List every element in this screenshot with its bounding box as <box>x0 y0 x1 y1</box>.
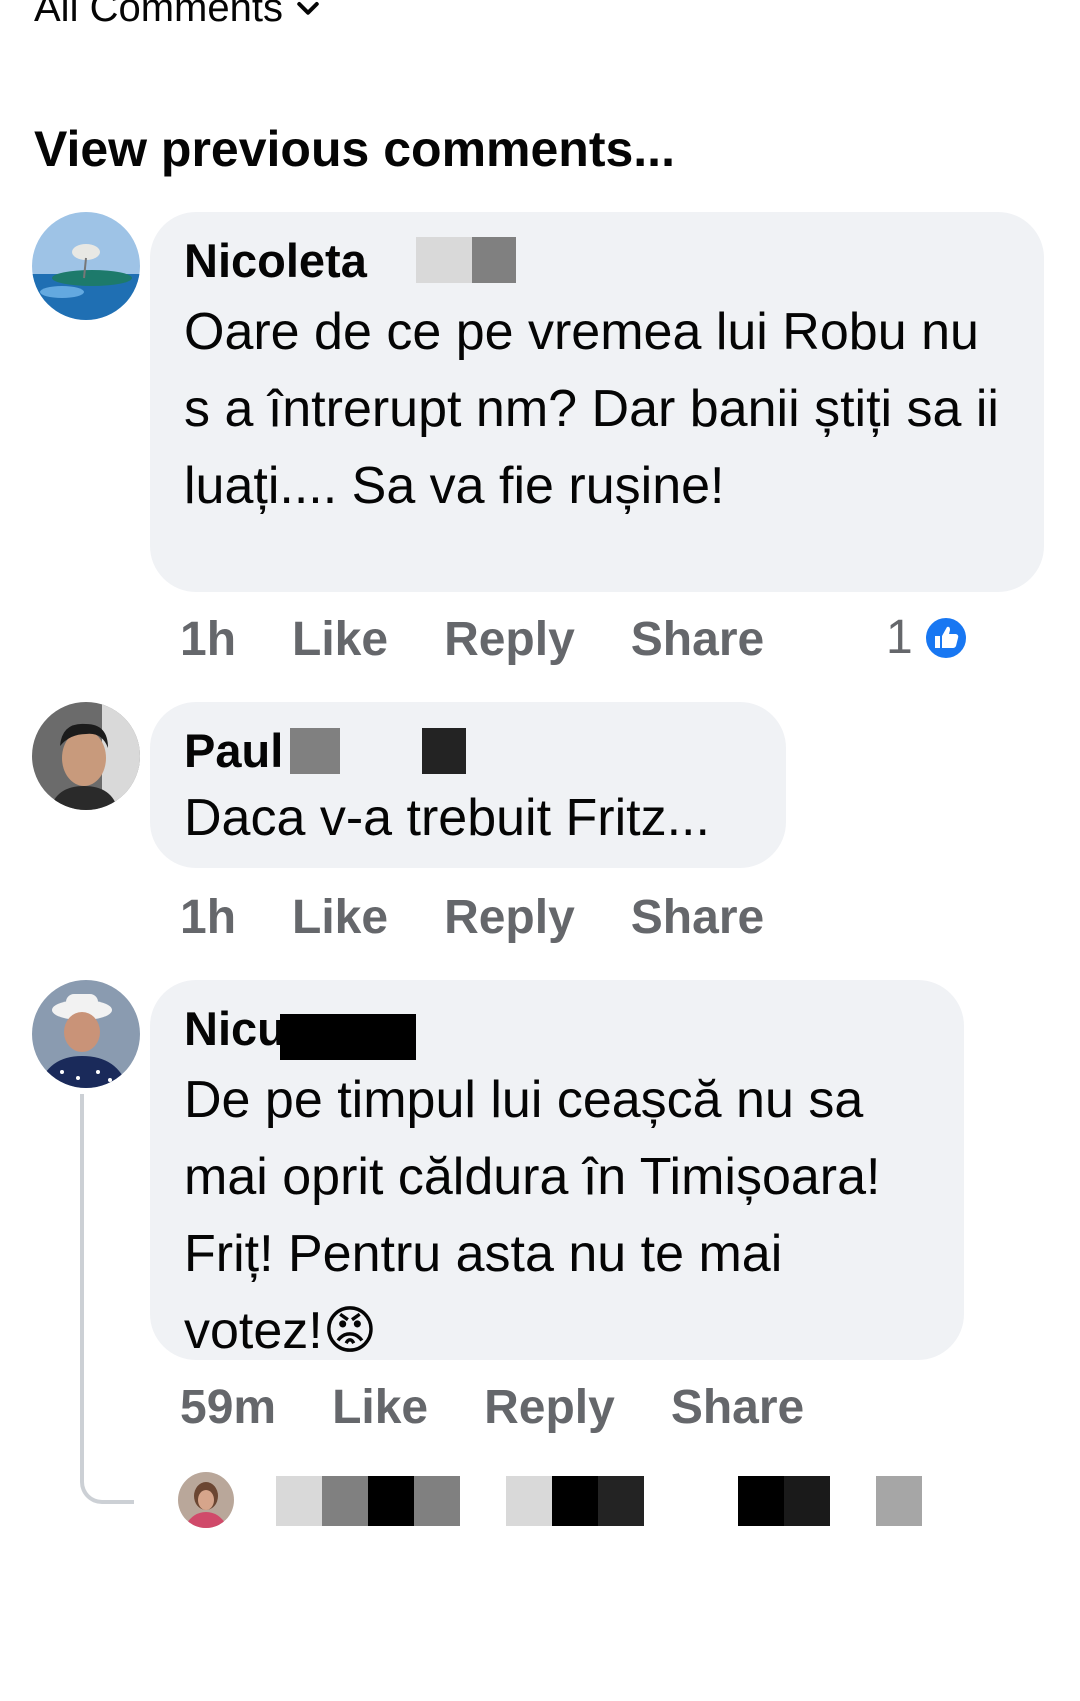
share-button[interactable]: Share <box>631 890 764 945</box>
reaction-count: 1 <box>886 611 913 664</box>
redaction-block <box>422 728 466 774</box>
comment-author[interactable]: Nicoleta <box>184 234 1010 288</box>
like-button[interactable]: Like <box>292 612 388 667</box>
comment-time[interactable]: 1h <box>180 612 236 667</box>
comment-filter-dropdown[interactable]: All Comments <box>34 0 323 31</box>
comment-actions: 1h Like Reply Share <box>180 612 820 667</box>
comment-text: De pe timpul lui ceașcă nu sa mai oprit … <box>184 1071 881 1360</box>
comment-bubble: Nicoleta Oare de ce pe vremea lui Robu n… <box>150 212 1044 592</box>
reaction-summary[interactable]: 1 <box>886 610 969 665</box>
share-button[interactable]: Share <box>631 612 764 667</box>
avatar[interactable] <box>32 212 140 320</box>
comment-actions: 59m Like Reply Share <box>180 1380 860 1435</box>
comment-actions: 1h Like Reply Share <box>180 890 820 945</box>
comment-time[interactable]: 1h <box>180 890 236 945</box>
reply-button[interactable]: Reply <box>444 890 575 945</box>
comment-bubble: Paul Daca v-a trebuit Fritz... <box>150 702 786 868</box>
thumbs-up-icon <box>923 615 968 660</box>
redaction-block <box>280 1014 416 1060</box>
redaction-block <box>290 728 340 774</box>
reply-button[interactable]: Reply <box>484 1380 615 1435</box>
comment-author[interactable]: Paul <box>184 724 752 778</box>
comment-text: Daca v-a trebuit Fritz... <box>184 789 710 847</box>
avatar[interactable] <box>178 1472 234 1528</box>
redaction-block <box>472 237 516 283</box>
comment-time[interactable]: 59m <box>180 1380 276 1435</box>
angry-face-emoji: 😡 <box>322 1302 377 1360</box>
redaction-block <box>416 237 472 283</box>
view-previous-comments-link[interactable]: View previous comments... <box>34 120 675 178</box>
filter-label: All Comments <box>34 0 283 30</box>
like-button[interactable]: Like <box>332 1380 428 1435</box>
comment-text: Oare de ce pe vremea lui Robu nu s a înt… <box>184 303 999 515</box>
comment-bubble: Nicu De pe timpul lui ceașcă nu sa mai o… <box>150 980 964 1360</box>
chevron-down-icon <box>297 1 319 15</box>
share-button[interactable]: Share <box>671 1380 804 1435</box>
like-button[interactable]: Like <box>292 890 388 945</box>
avatar[interactable] <box>32 980 140 1088</box>
reply-button[interactable]: Reply <box>444 612 575 667</box>
avatar[interactable] <box>32 702 140 810</box>
reply-thread-line <box>80 1094 134 1504</box>
comment-author[interactable]: Nicu <box>184 1002 930 1060</box>
